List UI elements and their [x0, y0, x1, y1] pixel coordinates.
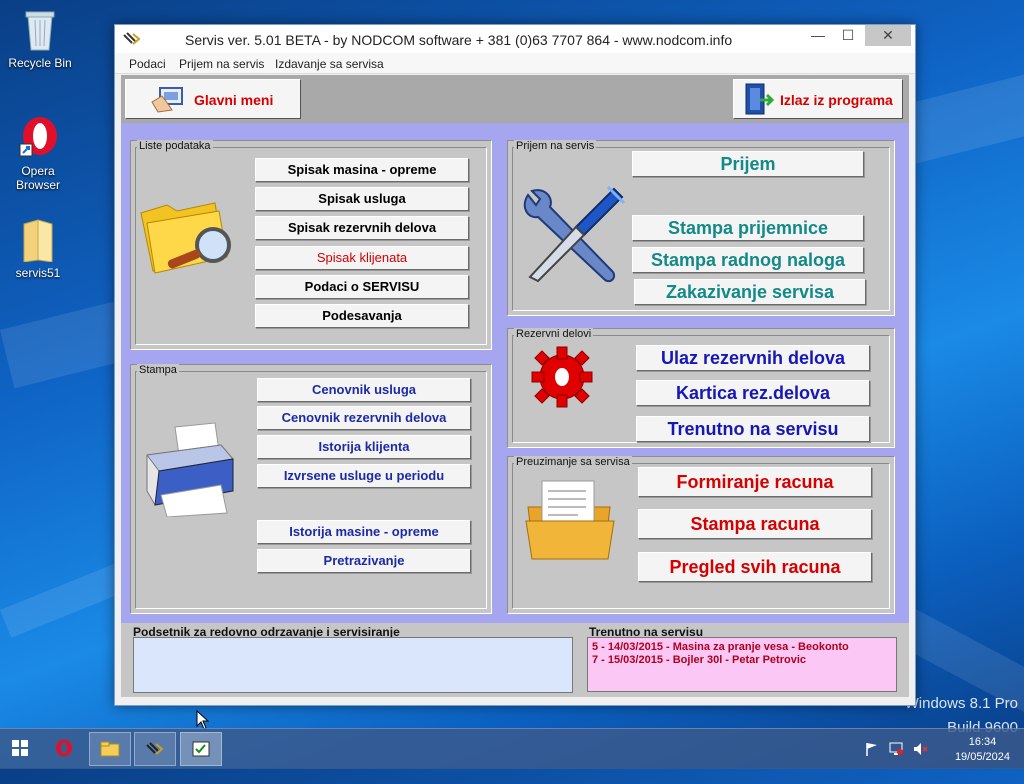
- main-menu-button[interactable]: Glavni meni: [125, 79, 301, 119]
- desktop-icon-servis51[interactable]: servis51: [0, 216, 76, 280]
- panel-title: Preuzimanje sa servisa: [514, 456, 632, 468]
- document-folder-icon: [525, 480, 615, 560]
- panel-pickup: Preuzimanje sa servisa Formiranje racuna…: [507, 456, 895, 614]
- checklist-icon: [192, 741, 210, 757]
- panel-title: Prijem na servis: [514, 140, 597, 152]
- hand-pointer-icon: [151, 87, 183, 113]
- menu-prijem-na-servis[interactable]: Prijem na servis: [179, 57, 264, 71]
- folder-icon: [18, 216, 58, 263]
- reminder-box[interactable]: [133, 637, 573, 693]
- search-button[interactable]: Pretrazivanje: [257, 549, 471, 573]
- print-receipt-button[interactable]: Stampa prijemnice: [632, 215, 864, 241]
- taskbar-servis-tools[interactable]: [134, 732, 176, 766]
- folder-icon: [100, 741, 120, 757]
- services-in-period-button[interactable]: Izvrsene usluge u periodu: [257, 464, 471, 488]
- taskbar-file-explorer[interactable]: [89, 732, 131, 766]
- close-button[interactable]: ✕: [865, 25, 911, 46]
- panel-spare-parts: Rezervni delovi Ulaz rezervnih delova Ka…: [507, 328, 895, 448]
- panel-intake: Prijem na servis Prijem Stampa prijemnic…: [507, 140, 895, 316]
- intake-button[interactable]: Prijem: [632, 151, 864, 177]
- parts-price-list-button[interactable]: Cenovnik rezervnih delova: [257, 406, 471, 430]
- menu-bar: Podaci Prijem na servis Izdavanje sa ser…: [115, 53, 915, 74]
- client-history-button[interactable]: Istorija klijenta: [257, 435, 471, 459]
- panel-print: Stampa Cenovnik usluga Cenovnik rezervni…: [130, 364, 492, 614]
- opera-icon: [56, 739, 72, 757]
- taskbar-opera[interactable]: [44, 732, 84, 764]
- wrench-screwdriver-icon: [523, 185, 626, 283]
- panel-data-lists: Liste podataka Spisak masina - opreme Sp…: [130, 140, 492, 350]
- desktop-icon-label: Opera Browser: [15, 164, 60, 192]
- clock-date: 19/05/2024: [954, 751, 1010, 763]
- menu-podaci[interactable]: Podaci: [129, 57, 166, 71]
- toolbar: Glavni meni Izlaz iz programa: [121, 75, 909, 123]
- recycle-bin-icon: [20, 6, 60, 52]
- print-work-order-button[interactable]: Stampa radnog naloga: [632, 247, 864, 273]
- service-price-list-button[interactable]: Cenovnik usluga: [257, 378, 471, 402]
- desktop-icon-recycle-bin[interactable]: Recycle Bin: [2, 6, 78, 70]
- current-service-list[interactable]: 5 - 14/03/2015 - Masina za pranje vesa -…: [587, 637, 897, 692]
- print-invoice-button[interactable]: Stampa racuna: [638, 509, 872, 539]
- clients-list-button[interactable]: Spisak klijenata: [255, 246, 469, 270]
- list-item[interactable]: 7 - 15/03/2015 - Bojler 30l - Petar Petr…: [592, 654, 892, 667]
- list-item[interactable]: 5 - 14/03/2015 - Masina za pranje vesa -…: [592, 641, 892, 654]
- main-panel-area: Liste podataka Spisak masina - opreme Sp…: [121, 123, 909, 623]
- volume-muted-icon[interactable]: [912, 741, 928, 757]
- tools-app-icon: [146, 742, 164, 755]
- desktop-icon-label: servis51: [15, 266, 61, 280]
- windows-logo-icon: [12, 740, 28, 756]
- clock-time: 16:34: [968, 736, 997, 748]
- status-area: Podsetnik za redovno odrzavanje i servis…: [121, 623, 909, 697]
- tools-app-icon: [123, 32, 141, 45]
- panel-title: Rezervni delovi: [514, 328, 594, 340]
- exit-button[interactable]: Izlaz iz programa: [733, 79, 903, 119]
- desktop-icon-opera[interactable]: Opera Browser: [0, 114, 76, 192]
- app-window: Servis ver. 5.01 BETA - by NODCOM softwa…: [114, 24, 916, 706]
- schedule-service-button[interactable]: Zakazivanje servisa: [634, 279, 866, 305]
- create-invoice-button[interactable]: Formiranje racuna: [638, 467, 872, 497]
- currently-in-service-button[interactable]: Trenutno na servisu: [636, 416, 870, 442]
- services-list-button[interactable]: Spisak usluga: [255, 187, 469, 211]
- taskbar-servis-window[interactable]: [180, 732, 222, 766]
- title-bar[interactable]: Servis ver. 5.01 BETA - by NODCOM softwa…: [115, 25, 915, 53]
- all-invoices-button[interactable]: Pregled svih racuna: [638, 552, 872, 582]
- exit-label: Izlaz iz programa: [780, 92, 893, 108]
- equipment-history-button[interactable]: Istorija masine - opreme: [257, 520, 471, 544]
- panel-title: Liste podataka: [137, 140, 213, 152]
- service-info-button[interactable]: Podaci o SERVISU: [255, 275, 469, 299]
- flag-icon[interactable]: [864, 741, 880, 757]
- maximize-button[interactable]: ☐: [833, 25, 863, 46]
- panel-title: Stampa: [137, 364, 179, 376]
- parts-card-button[interactable]: Kartica rez.delova: [636, 380, 870, 406]
- minimize-button[interactable]: —: [803, 25, 833, 46]
- exit-door-icon: [745, 83, 775, 115]
- spare-parts-list-button[interactable]: Spisak rezervnih delova: [255, 216, 469, 240]
- taskbar: 16:34 19/05/2024: [0, 728, 1024, 769]
- settings-button[interactable]: Podesavanja: [255, 304, 469, 328]
- printer-icon: [146, 422, 234, 517]
- network-icon[interactable]: [888, 741, 904, 757]
- folder-search-icon: [140, 202, 231, 274]
- desktop-icon-label: Recycle Bin: [8, 56, 72, 70]
- watermark-edition: Windows 8.1 Pro: [904, 695, 1018, 712]
- start-button[interactable]: [0, 732, 40, 764]
- gear-icon: [531, 346, 593, 408]
- menu-izdavanje-sa-servisa[interactable]: Izdavanje sa servisa: [275, 57, 384, 71]
- main-menu-label: Glavni meni: [194, 92, 274, 108]
- equipment-list-button[interactable]: Spisak masina - opreme: [255, 158, 469, 182]
- window-title: Servis ver. 5.01 BETA - by NODCOM softwa…: [185, 32, 733, 48]
- opera-icon: [18, 114, 58, 160]
- mouse-cursor: [196, 710, 210, 730]
- parts-receipt-button[interactable]: Ulaz rezervnih delova: [636, 345, 870, 371]
- system-clock[interactable]: 16:34 19/05/2024: [955, 735, 1010, 765]
